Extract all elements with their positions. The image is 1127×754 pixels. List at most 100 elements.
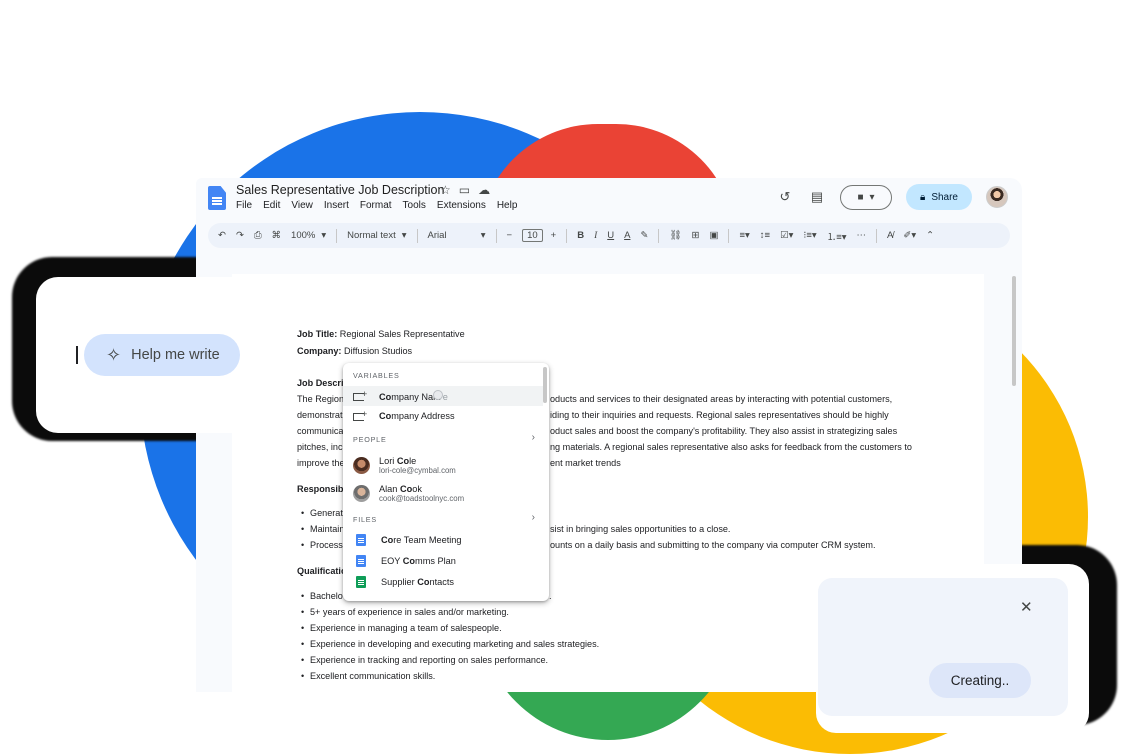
- insert-image-icon[interactable]: ▣: [709, 230, 718, 241]
- paragraph-line-tail: ent market trends: [550, 458, 621, 468]
- menu-file[interactable]: File: [236, 200, 252, 211]
- account-avatar[interactable]: [986, 186, 1008, 208]
- font-size-input[interactable]: 10: [522, 229, 543, 242]
- file-core-team-meeting[interactable]: Core Team Meeting: [343, 530, 543, 550]
- paragraph-line-tail: iding to their inquiries and requests. R…: [550, 410, 889, 420]
- chevron-up-icon[interactable]: ⌃: [926, 230, 934, 241]
- google-docs-icon: [356, 534, 366, 546]
- star-icon[interactable]: ☆: [440, 183, 451, 197]
- undo-icon[interactable]: ↶: [218, 230, 226, 241]
- editing-mode-icon[interactable]: ✐▾: [903, 230, 916, 241]
- close-icon[interactable]: ✕: [1020, 598, 1033, 616]
- paragraph-line: demonstrat: [297, 410, 343, 420]
- bold-icon[interactable]: B: [577, 230, 584, 241]
- italic-icon[interactable]: I: [594, 231, 597, 241]
- file-eoy-comms-plan[interactable]: EOY Comms Plan: [343, 551, 543, 571]
- match-highlight: Co: [402, 556, 416, 566]
- checklist-icon[interactable]: ☑▾: [780, 230, 793, 241]
- more-options-icon[interactable]: ⋯: [857, 230, 867, 241]
- menu-extensions[interactable]: Extensions: [437, 200, 486, 211]
- match-highlight: Co: [381, 535, 394, 545]
- bulleted-list-icon[interactable]: ⁝≡▾: [803, 230, 816, 241]
- underline-icon[interactable]: U: [607, 230, 614, 241]
- match-highlight: Co: [379, 411, 392, 421]
- creating-status-button[interactable]: Creating..: [929, 663, 1031, 698]
- variable-company-address[interactable]: Company Address: [343, 406, 543, 426]
- menu-tools[interactable]: Tools: [403, 200, 426, 211]
- share-label: Share: [931, 191, 958, 203]
- font-value: Arial: [427, 230, 447, 241]
- document-scrollbar[interactable]: [1012, 276, 1016, 386]
- name-prefix: Alan: [379, 483, 400, 494]
- qualification-item: Experience in tracking and reporting on …: [310, 655, 549, 665]
- person-name: Alan Cook: [379, 484, 464, 494]
- person-info: Alan Cook cook@toadstoolnyc.com: [379, 484, 464, 503]
- person-email: cook@toadstoolnyc.com: [379, 493, 465, 503]
- highlight-icon[interactable]: ✎: [640, 230, 648, 241]
- link-icon[interactable]: ⛓: [669, 230, 681, 241]
- title-actions: ☆ ▭ ☁: [440, 183, 490, 197]
- responsibility-item-tail: ounts on a daily basis and submitting to…: [550, 540, 876, 550]
- menu-insert[interactable]: Insert: [324, 200, 349, 211]
- increase-font-size-icon[interactable]: +: [551, 230, 557, 241]
- responsibilities-heading: Responsib: [297, 484, 344, 494]
- docs-logo-icon[interactable]: [208, 186, 226, 210]
- decrease-font-size-icon[interactable]: −: [507, 230, 513, 241]
- menu-format[interactable]: Format: [360, 200, 392, 211]
- text-color-icon[interactable]: A: [624, 230, 630, 241]
- bullet-dot: •: [301, 623, 305, 633]
- menu-view[interactable]: View: [291, 200, 313, 211]
- font-select[interactable]: Arial ▾: [428, 230, 486, 241]
- add-comment-icon[interactable]: ⊞: [692, 230, 700, 241]
- zoom-value: 100%: [291, 230, 316, 241]
- toolbar-divider: [876, 228, 878, 243]
- label-tail: e: [442, 392, 448, 402]
- popup-scrollbar[interactable]: [543, 367, 547, 403]
- history-icon[interactable]: ↺: [776, 189, 794, 205]
- variable-company-name[interactable]: Company Name: [343, 386, 543, 406]
- move-folder-icon[interactable]: ▭: [459, 183, 470, 197]
- paragraph-line-tail: oduct sales and boost the company's prof…: [550, 426, 898, 436]
- file-supplier-contacts[interactable]: Supplier Contacts: [343, 572, 543, 592]
- person-alan-cook[interactable]: Alan Cook cook@toadstoolnyc.com: [343, 479, 543, 507]
- chevron-right-icon[interactable]: ›: [532, 512, 535, 523]
- chevron-right-icon[interactable]: ›: [532, 432, 535, 443]
- cloud-status-icon[interactable]: ☁: [478, 183, 490, 197]
- person-email: lori-cole@cymbal.com: [379, 465, 456, 475]
- match-highlight: Co: [417, 577, 430, 587]
- numbered-list-icon[interactable]: ⒈≡▾: [827, 229, 847, 243]
- menu-edit[interactable]: Edit: [263, 200, 280, 211]
- person-lori-cole[interactable]: Lori Cole lori-cole@cymbal.com: [343, 451, 543, 479]
- zoom-select[interactable]: 100% ▾: [291, 230, 326, 241]
- variable-label: Company Address: [379, 411, 455, 421]
- align-icon[interactable]: ≡▾: [739, 230, 749, 241]
- spelling-icon[interactable]: A̸: [887, 230, 893, 241]
- google-sheets-icon: [356, 576, 366, 588]
- toolbar-divider: [566, 228, 568, 243]
- style-select[interactable]: Normal text ▾: [347, 230, 406, 241]
- people-section-label: PEOPLE: [353, 435, 387, 444]
- document-title[interactable]: Sales Representative Job Description: [236, 183, 444, 197]
- responsibility-item: Process: [310, 540, 343, 550]
- meet-button[interactable]: ■ ▾: [839, 184, 892, 210]
- files-section-label: FILES: [353, 515, 377, 524]
- comment-icon[interactable]: ▤: [808, 189, 826, 205]
- menu-help[interactable]: Help: [497, 200, 518, 211]
- file-label: EOY Comms Plan: [381, 556, 456, 566]
- line-spacing-icon[interactable]: ↕≡: [760, 230, 770, 241]
- paint-format-icon[interactable]: ⌘: [272, 230, 282, 241]
- company-value: Diffusion Studios: [344, 346, 413, 356]
- label-prefix: EOY: [381, 556, 403, 566]
- print-icon[interactable]: ⎙: [254, 230, 262, 241]
- paragraph-line-tail: oducts and services to their designated …: [550, 394, 893, 404]
- qualification-item: 5+ years of experience in sales and/or m…: [310, 607, 509, 617]
- responsibility-item: Maintain: [310, 524, 345, 534]
- help-me-write-button[interactable]: ✧ Help me write: [84, 334, 240, 376]
- formatting-toolbar: ↶ ↷ ⎙ ⌘ 100% ▾ Normal text ▾ Arial ▾ − 10 +…: [208, 223, 1010, 248]
- person-info: Lori Cole lori-cole@cymbal.com: [379, 456, 456, 475]
- video-call-icon: ■: [857, 191, 864, 203]
- redo-icon[interactable]: ↷: [236, 230, 244, 241]
- match-highlight: Co: [379, 392, 392, 402]
- name-rest: ok: [412, 483, 422, 494]
- share-button[interactable]: 🔒︎ Share: [905, 184, 972, 210]
